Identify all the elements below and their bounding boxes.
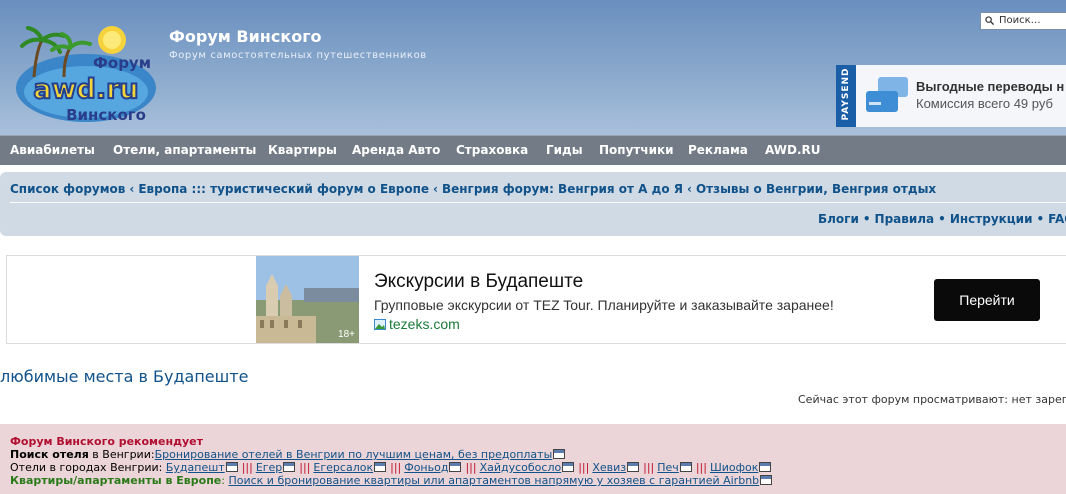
quick-link-separator: • [862,212,871,226]
quick-links: Блоги•Правила•Инструкции•FAQ [818,212,1066,226]
main-navbar: Авиабилеты Отели, апартаменты Квартиры А… [0,135,1066,165]
search-icon [985,16,994,25]
city-link-siofok[interactable]: Шиофок [710,461,758,474]
ad-banner[interactable]: 18+ Экскурсии в Будапеште Групповые экск… [6,255,1066,344]
nav-item-insurance[interactable]: Страховка [456,143,528,157]
breadcrumb-europe[interactable]: Европа ::: туристический форум о Европе [138,182,429,196]
new-window-icon[interactable] [553,449,566,459]
paysend-banner[interactable]: PAYSEND Выгодные переводы н Комиссия все… [836,65,1066,127]
ad-title[interactable]: Экскурсии в Будапеште [374,271,583,293]
ad-go-button[interactable]: Перейти [934,279,1040,321]
logo-text-top: Форум [93,54,151,72]
breadcrumb-hungary[interactable]: Венгрия форум: Венгрия от А до Я [442,182,683,196]
city-link-fonyod[interactable]: Фоньод [404,461,448,474]
forum-viewers-text: Сейчас этот форум просматривают: нет зар… [798,393,1066,406]
breadcrumb-separator: ‹ [129,182,135,196]
new-window-icon[interactable] [283,462,296,472]
breadcrumb-separator: ‹ [433,182,438,196]
logo-text-bottom: Винского [66,106,146,124]
apartments-label: Квартиры/апартаменты в Европе [10,474,222,487]
city-hotels-line: Отели в городах Венгрии: Будапешт ||| Егер… [10,461,772,474]
city-link-egerszalok[interactable]: Егерсалок [313,461,373,474]
nav-item-flights[interactable]: Авиабилеты [10,143,95,157]
banner-title: Выгодные переводы н [916,79,1065,94]
logo-text-main: awd.ru [33,74,138,105]
hotel-search-link[interactable]: Бронирование отелей в Венгрии по лучшим … [155,448,553,461]
quick-link-separator: • [938,212,946,226]
forum-logo[interactable]: Форум awd.ru Винского [14,22,158,126]
search-placeholder: Поиск… [999,15,1041,26]
recommend-title: Форум Винского рекомендует [10,435,203,448]
ad-domain[interactable]: tezeks.com [374,316,460,332]
breadcrumb-panel: Список форумов ‹ Европа ::: туристический … [0,172,1066,236]
recommend-box: Форум Винского рекомендует Поиск отеля в… [0,424,1066,494]
breadcrumb-forum-list[interactable]: Список форумов [10,182,125,196]
hotel-search-line: Поиск отеля в Венгрии:Бронирование отеле… [10,448,566,461]
quick-link-separator: • [1036,212,1045,226]
city-link-hajduszoboszlo[interactable]: Хайдусобосло [480,461,562,474]
breadcrumb-separator: ‹ [686,182,692,196]
link-faq[interactable]: FAQ [1048,212,1066,226]
link-rules[interactable]: Правила [875,212,935,226]
new-window-icon[interactable] [679,462,692,472]
hotel-search-rest: в Венгрии: [88,448,155,461]
nav-item-advertising[interactable]: Реклама [688,143,748,157]
new-window-icon[interactable] [759,462,772,472]
image-icon [374,319,386,330]
site-description: Форум самостоятельных путешественников [169,50,427,61]
paysend-brand: PAYSEND [841,67,851,121]
city-separator: ||| [695,461,707,474]
city-link-eger[interactable]: Егер [256,461,282,474]
breadcrumb-divider [10,202,1066,203]
nav-item-awd[interactable]: AWD.RU [765,143,821,157]
nav-item-car-rental[interactable]: Аренда Авто [352,143,440,157]
nav-item-travel-companions[interactable]: Попутчики [599,143,674,157]
new-window-icon[interactable] [627,462,640,472]
card-icon [866,77,908,112]
city-separator: ||| [465,461,477,474]
city-separator: ||| [299,461,311,474]
age-rating-badge: 18+ [338,329,355,340]
link-instructions[interactable]: Инструкции [950,212,1033,226]
cities-label: Отели в городах Венгрии: [10,461,166,474]
city-link-heviz[interactable]: Хевиз [592,461,626,474]
apartments-line: Квартиры/апартаменты в Европе: Поиск и б… [10,474,773,487]
site-title[interactable]: Форум Винского [169,27,322,46]
breadcrumb: Список форумов ‹ Европа ::: туристический … [10,182,936,196]
breadcrumb-hungary-reviews[interactable]: Отзывы о Венгрии, Венгрия отдых [696,182,936,196]
city-separator: ||| [643,461,655,474]
new-window-icon[interactable] [562,462,575,472]
new-window-icon[interactable] [449,462,462,472]
nav-item-apartments[interactable]: Квартиры [268,143,337,157]
city-link-budapest[interactable]: Будапешт [166,461,225,474]
banner-subtitle: Комиссия всего 49 руб [916,96,1053,111]
new-window-icon[interactable] [374,462,387,472]
paysend-brand-strip: PAYSEND [836,65,856,127]
apartments-link[interactable]: Поиск и бронирование квартиры или апарта… [228,474,759,487]
ad-image[interactable]: 18+ [256,256,359,343]
city-separator: ||| [578,461,590,474]
city-link-pecs[interactable]: Печ [657,461,679,474]
search-input[interactable]: Поиск… [980,12,1066,30]
new-window-icon[interactable] [760,475,773,485]
nav-item-hotels[interactable]: Отели, апартаменты [113,143,256,157]
ad-description: Групповые экскурсии от TEZ Tour. Планиру… [374,297,834,313]
logo-image: Форум awd.ru Винского [16,26,156,124]
nav-item-guides[interactable]: Гиды [546,143,583,157]
city-separator: ||| [241,461,253,474]
forum-title[interactable]: любимые места в Будапеште [0,367,248,386]
link-blogs[interactable]: Блоги [818,212,859,226]
site-header: Форум awd.ru Винского Форум Винского Фор… [0,0,1066,135]
ad-domain-text: tezeks.com [389,316,460,332]
new-window-icon[interactable] [225,462,238,472]
hotel-search-label: Поиск отеля [10,448,89,461]
city-separator: ||| [390,461,402,474]
